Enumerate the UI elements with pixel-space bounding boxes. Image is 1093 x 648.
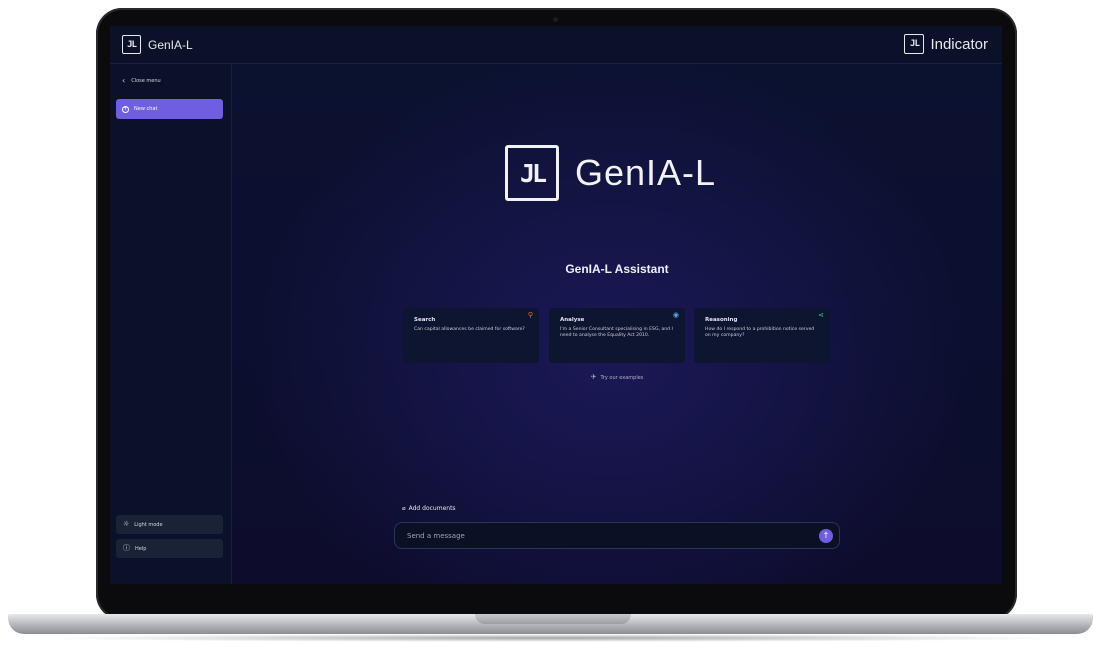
main-area: JL GenIA-L GenIA-L Assistant ⚲ Search Ca…: [232, 64, 1002, 584]
brand-logo-icon: JL: [122, 35, 141, 54]
rocket-icon: ✈: [590, 373, 597, 381]
card-title: Reasoning: [705, 317, 738, 323]
add-documents-button[interactable]: ⌀ Add documents: [402, 505, 456, 512]
hero-logo-icon: JL: [505, 145, 559, 201]
sidebar: ‹ Close menu + New chat ☼ Light mode ⓘ H…: [110, 64, 232, 584]
example-card-analyse[interactable]: ◉ Analyse I'm a Senior Consultant specia…: [549, 308, 685, 363]
new-chat-button[interactable]: + New chat: [116, 99, 223, 119]
paperclip-icon: ⌀: [402, 505, 406, 512]
top-bar: JL GenIA-L JL Indicator: [110, 26, 1002, 64]
brand[interactable]: JL GenIA-L: [122, 35, 193, 54]
help-label: Help: [135, 545, 147, 552]
camera: [553, 17, 558, 22]
partner-logo-icon: JL: [904, 34, 925, 54]
add-documents-label: Add documents: [408, 505, 456, 512]
example-card-search[interactable]: ⚲ Search Can capital allowances be claim…: [403, 308, 539, 363]
hero-title: GenIA-L: [575, 152, 717, 193]
share-icon: ⋖: [818, 311, 824, 319]
close-menu-label: Close menu: [131, 78, 161, 84]
card-text: How do I respond to a prohibition notice…: [705, 327, 815, 338]
new-chat-label: New chat: [134, 106, 158, 112]
example-card-reasoning[interactable]: ⋖ Reasoning How do I respond to a prohib…: [694, 308, 830, 363]
help-button[interactable]: ⓘ Help: [116, 539, 223, 558]
eye-icon: ◉: [672, 311, 679, 319]
light-mode-button[interactable]: ☼ Light mode: [116, 515, 223, 534]
card-title: Analyse: [560, 317, 585, 323]
card-title: Search: [414, 317, 436, 323]
chevron-left-icon: ‹: [122, 76, 126, 85]
try-examples-link[interactable]: ✈ Try our examples: [232, 373, 1002, 381]
partner-logo: JL Indicator: [904, 34, 988, 54]
try-examples-label: Try our examples: [600, 375, 644, 381]
arrow-up-icon: ↑: [822, 531, 830, 540]
plus-icon: +: [122, 105, 129, 113]
brand-name: GenIA-L: [148, 37, 193, 52]
message-input[interactable]: [407, 531, 807, 540]
laptop-shadow: [30, 634, 1070, 642]
help-icon: ⓘ: [123, 544, 130, 552]
laptop-notch: [475, 614, 631, 624]
search-icon: ⚲: [527, 311, 533, 319]
sun-icon: ☼: [123, 520, 130, 528]
card-text: Can capital allowances be claimed for so…: [414, 327, 525, 332]
partner-name: Indicator: [930, 35, 988, 53]
send-button[interactable]: ↑: [819, 529, 833, 543]
card-text: I'm a Senior Consultant specialising in …: [560, 327, 673, 338]
message-box: ↑: [394, 522, 840, 549]
close-menu-button[interactable]: ‹ Close menu: [122, 77, 161, 85]
assistant-title: GenIA-L Assistant: [565, 262, 669, 276]
hero-logo: JL GenIA-L: [505, 145, 716, 201]
app-screen: JL GenIA-L JL Indicator ‹ Close menu + N…: [110, 26, 1002, 584]
light-mode-label: Light mode: [134, 521, 163, 528]
